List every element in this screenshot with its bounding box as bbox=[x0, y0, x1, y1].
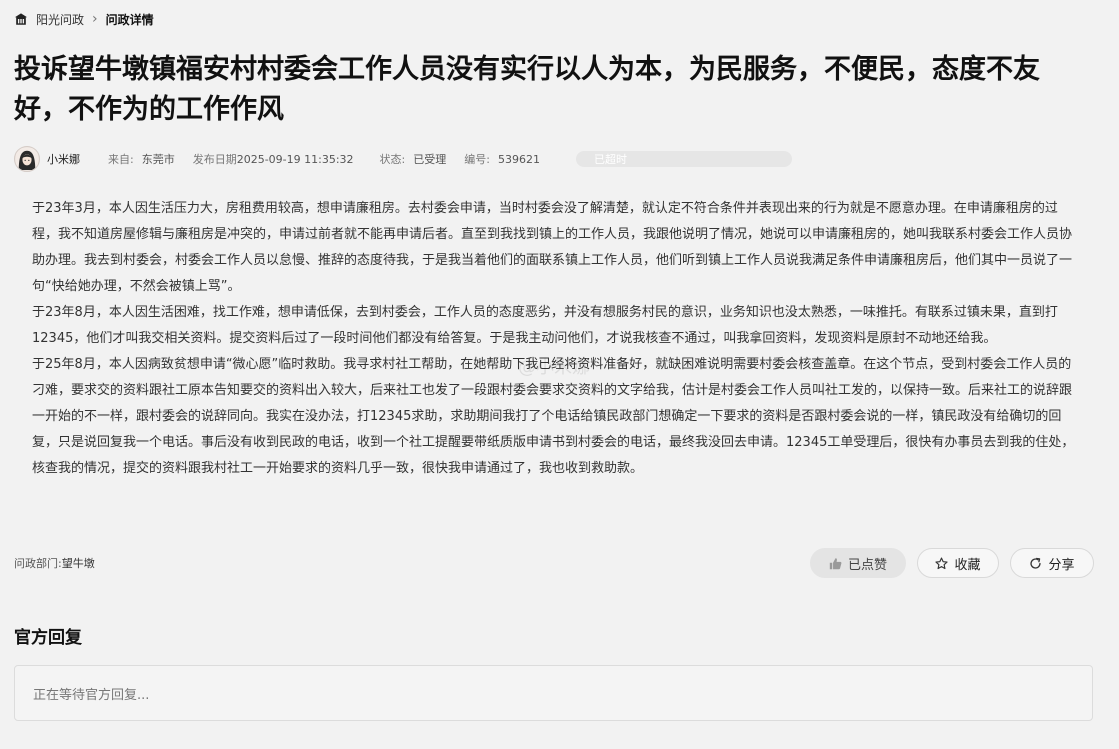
breadcrumb-home-link[interactable]: 阳光问政 bbox=[36, 11, 84, 28]
reply-placeholder: 正在等待官方回复... bbox=[33, 687, 150, 703]
like-button[interactable]: 已点赞 bbox=[810, 548, 906, 578]
department-value: 望牛墩 bbox=[61, 557, 95, 570]
like-label: 已点赞 bbox=[847, 557, 887, 573]
share-icon bbox=[1029, 557, 1042, 570]
department-label: 问政部门: bbox=[14, 557, 62, 570]
content-paragraph: 于23年3月，本人因生活压力大，房租费用较高，想申请廉租房。去村委会申请，当时村… bbox=[32, 201, 1073, 294]
date-value: 2025-09-19 11:35:32 bbox=[236, 153, 354, 166]
number-value: 539621 bbox=[497, 153, 540, 166]
official-reply-heading: 官方回复 bbox=[14, 628, 82, 648]
meta-row: 小米娜 来自: 东莞市 发布日期2025-09-19 11:35:32 状态: 已受… bbox=[14, 146, 1094, 172]
home-icon[interactable] bbox=[14, 12, 28, 26]
source-label: 来自: bbox=[108, 153, 134, 166]
date-label: 发布日期 bbox=[192, 153, 237, 166]
share-button[interactable]: 分享 bbox=[1010, 548, 1094, 578]
source: 来自: 东莞市 bbox=[108, 151, 175, 167]
publish-date: 发布日期2025-09-19 11:35:32 bbox=[193, 151, 354, 167]
status-label: 状态: bbox=[379, 153, 406, 166]
breadcrumb: 阳光问政 › 问政详情 bbox=[14, 10, 1094, 28]
official-reply-box: 正在等待官方回复... bbox=[14, 665, 1093, 721]
department: 问政部门:望牛墩 bbox=[14, 555, 95, 571]
star-icon bbox=[935, 556, 949, 570]
number-label: 编号: bbox=[464, 153, 490, 166]
breadcrumb-separator: › bbox=[92, 11, 98, 27]
action-buttons: 已点赞 收藏 分享 bbox=[810, 548, 1094, 578]
case-number: 编号: 539621 bbox=[464, 151, 540, 167]
source-value: 东莞市 bbox=[141, 153, 175, 166]
overdue-badge: 已超时 bbox=[575, 151, 792, 167]
status-value: 已受理 bbox=[413, 153, 447, 166]
page-title: 投诉望牛墩镇福安村村委会工作人员没有实行以人为本，为民服务，不便民，态度不友好，… bbox=[14, 54, 1040, 125]
action-row: 问政部门:望牛墩 已点赞 收藏 分享 bbox=[14, 547, 1094, 579]
share-label: 分享 bbox=[1048, 557, 1075, 573]
status: 状态: 已受理 bbox=[380, 151, 447, 167]
page: 阳光问政 › 问政详情 投诉望牛墩镇福安村村委会工作人员没有实行以人为本，为民服… bbox=[0, 10, 1119, 749]
avatar[interactable] bbox=[14, 146, 40, 172]
thumbs-up-icon bbox=[829, 557, 842, 570]
content-paragraph: 于23年8月，本人因生活困难，找工作难，想申请低保，去到村委会，工作人员的态度恶… bbox=[32, 305, 1058, 346]
breadcrumb-current: 问政详情 bbox=[105, 12, 154, 27]
content-paragraph: 于25年8月，本人因病致贫想申请“微心愿”临时救助。我寻求村社工帮助，在她帮助下… bbox=[32, 357, 1075, 476]
favorite-button[interactable]: 收藏 bbox=[917, 548, 999, 578]
favorite-label: 收藏 bbox=[954, 557, 981, 573]
complaint-content: 于23年3月，本人因生活压力大，房租费用较高，想申请廉租房。去村委会申请，当时村… bbox=[14, 196, 1094, 482]
author-name[interactable]: 小米娜 bbox=[47, 151, 80, 167]
